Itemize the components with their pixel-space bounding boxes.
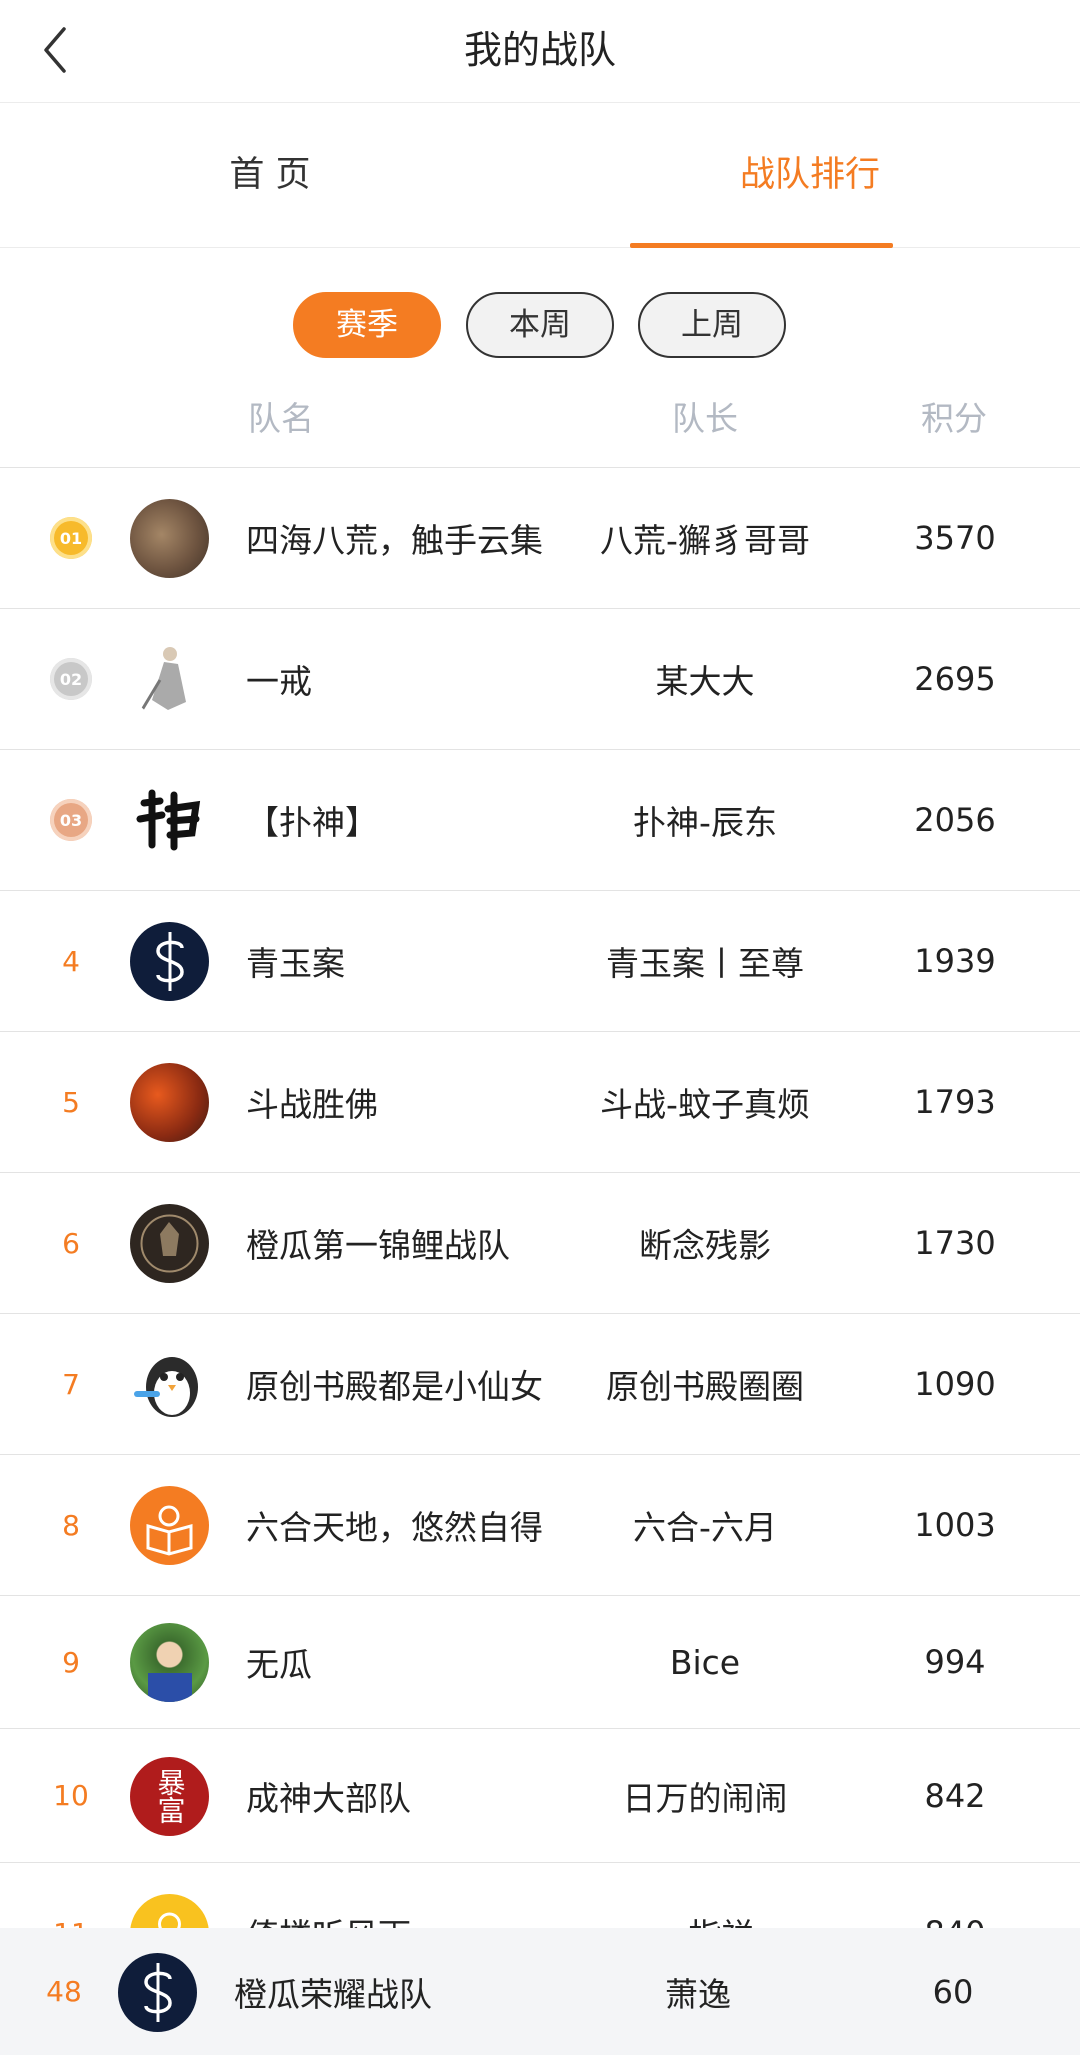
figure-illustration-icon xyxy=(140,647,186,711)
avatar xyxy=(130,922,209,1001)
ranking-row[interactable]: 02 一戒 某大大 2695 xyxy=(0,609,1080,750)
team-name: 一戒 xyxy=(246,662,312,701)
captain-name: 原创书殿圈圈 xyxy=(606,1367,804,1406)
team-name: 橙瓜第一锦鲤战队 xyxy=(246,1226,510,1265)
period-filter: 赛季 本周 上周 xyxy=(0,292,1080,360)
my-team-score: 60 xyxy=(932,1972,974,2011)
my-team-captain: 萧逸 xyxy=(665,1974,731,2014)
tab-bar: 首 页 战队排行 xyxy=(0,103,1080,248)
my-team-rank: 48 xyxy=(46,1975,82,2008)
captain-name: 断念残影 xyxy=(639,1226,771,1265)
ranking-row[interactable]: 03 【扑神】 扑神-辰东 2056 xyxy=(0,750,1080,891)
portrait-icon xyxy=(148,1673,192,1702)
column-captain: 队长 xyxy=(672,399,738,438)
avatar: 暴富 xyxy=(130,1756,209,1836)
team-score: 994 xyxy=(924,1643,986,1681)
dollar-sword-icon xyxy=(156,932,184,991)
team-name: 成神大部队 xyxy=(246,1778,411,1818)
avatar xyxy=(130,781,209,860)
column-score: 积分 xyxy=(921,399,987,438)
captain-name: 扑神-辰东 xyxy=(633,803,777,842)
my-team-bar[interactable]: 48 橙瓜荣耀战队 萧逸 60 xyxy=(0,1928,1080,2055)
avatar xyxy=(130,1486,209,1565)
rank-number: 6 xyxy=(62,1226,80,1260)
team-name: 斗战胜佛 xyxy=(246,1085,378,1124)
filter-last-week-button[interactable]: 上周 xyxy=(638,292,786,358)
team-score: 1003 xyxy=(914,1506,996,1544)
top-bar: 我的战队 xyxy=(0,0,1080,103)
rank-cell: 02 xyxy=(40,609,102,749)
active-tab-indicator xyxy=(630,243,893,248)
ranking-row[interactable]: 9 无瓜 Bice 994 xyxy=(0,1596,1080,1729)
column-header: 队名 队长 积分 xyxy=(0,380,1080,468)
my-team-avatar xyxy=(118,1952,197,2032)
rank-cell: 01 xyxy=(40,468,102,608)
captain-name: 斗战-蚊子真烦 xyxy=(600,1085,810,1124)
filter-season-button[interactable]: 赛季 xyxy=(293,292,441,358)
tab-home[interactable]: 首 页 xyxy=(0,103,540,248)
rank-number: 10 xyxy=(53,1779,89,1812)
captain-name: 日万的闹闹 xyxy=(622,1778,788,1818)
avatar xyxy=(130,499,209,578)
penguin-icon xyxy=(134,1357,198,1417)
gold-medal-icon: 01 xyxy=(50,517,92,559)
avatar xyxy=(130,1063,209,1142)
ranking-row[interactable]: 5 斗战胜佛 斗战-蚊子真烦 1793 xyxy=(0,1032,1080,1173)
ranking-row[interactable]: 8 六合天地，悠然自得 六合-六月 1003 xyxy=(0,1455,1080,1596)
team-score: 2056 xyxy=(914,801,996,839)
captain-name: 六合-六月 xyxy=(633,1508,777,1547)
team-score: 3570 xyxy=(914,519,996,557)
page-title: 我的战队 xyxy=(463,28,616,72)
filter-this-week-button[interactable]: 本周 xyxy=(466,292,614,358)
ranking-row[interactable]: 01 四海八荒，触手云集 八荒-獬豸哥哥 3570 xyxy=(0,468,1080,609)
ranking-row[interactable]: 4 青玉案 青玉案丨至尊 1939 xyxy=(0,891,1080,1032)
avatar xyxy=(130,640,209,719)
ranking-row[interactable]: 7 原创书殿都是小仙女 原创书殿圈圈 1090 xyxy=(0,1314,1080,1455)
tab-team-ranking[interactable]: 战队排行 xyxy=(540,103,1080,248)
rank-number: 8 xyxy=(62,1508,80,1542)
dollar-sword-icon xyxy=(144,1962,172,2022)
avatar-text: 暴富 xyxy=(153,1768,187,1824)
captain-name: 某大大 xyxy=(655,662,755,701)
team-name: 原创书殿都是小仙女 xyxy=(246,1367,543,1406)
team-name: 四海八荒，触手云集 xyxy=(246,521,543,560)
ranking-row[interactable]: 6 橙瓜第一锦鲤战队 断念残影 1730 xyxy=(0,1173,1080,1314)
team-score: 1730 xyxy=(914,1224,996,1262)
team-score: 1090 xyxy=(914,1365,996,1403)
team-name: 无瓜 xyxy=(246,1645,312,1684)
silver-medal-icon: 02 xyxy=(50,658,92,700)
ranking-row[interactable]: 10 暴富 成神大部队 日万的闹闹 842 xyxy=(0,1729,1080,1863)
captain-name: 青玉案丨至尊 xyxy=(606,944,804,983)
rank-number: 5 xyxy=(62,1085,80,1119)
captain-name: Bice xyxy=(669,1642,741,1682)
avatar xyxy=(130,1204,209,1283)
column-team-name: 队名 xyxy=(248,399,314,438)
avatar xyxy=(130,1345,209,1424)
team-name: 六合天地，悠然自得 xyxy=(246,1508,543,1547)
rank-number: 7 xyxy=(62,1367,80,1401)
my-team-name: 橙瓜荣耀战队 xyxy=(234,1974,432,2014)
book-mascot-icon xyxy=(146,1505,193,1556)
calligraphy-icon xyxy=(136,789,201,851)
team-score: 1793 xyxy=(914,1083,996,1121)
team-name: 青玉案 xyxy=(246,944,345,983)
rank-cell: 03 xyxy=(40,750,102,890)
captain-name: 八荒-獬豸哥哥 xyxy=(600,521,810,560)
avatar xyxy=(130,1623,209,1702)
warrior-emblem-icon xyxy=(140,1214,199,1273)
team-score: 842 xyxy=(924,1776,986,1815)
team-name: 【扑神】 xyxy=(246,803,378,842)
team-score: 1939 xyxy=(914,942,996,980)
team-score: 2695 xyxy=(914,660,996,698)
rank-number: 4 xyxy=(62,944,80,978)
ranking-list: 01 四海八荒，触手云集 八荒-獬豸哥哥 3570 02 一戒 某大大 2695… xyxy=(0,468,1080,2004)
rank-number: 9 xyxy=(62,1645,80,1679)
bronze-medal-icon: 03 xyxy=(50,799,92,841)
